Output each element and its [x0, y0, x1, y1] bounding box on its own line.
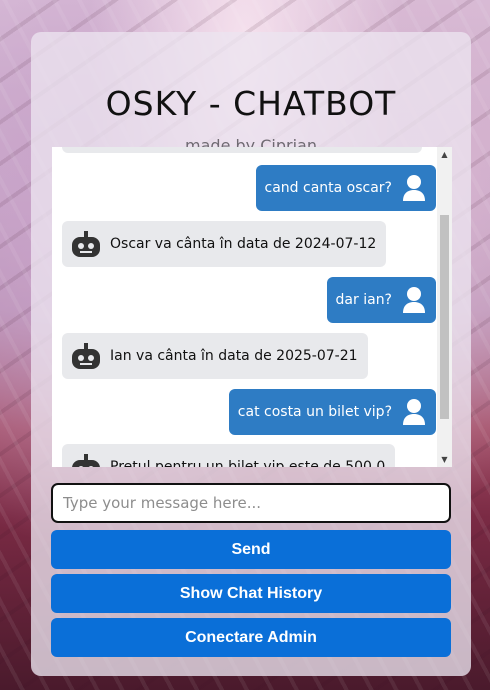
message-text: Oscar va cânta în data de 2024-07-12 [110, 236, 377, 252]
scrollbar-thumb[interactable] [440, 215, 449, 419]
message-row: cand canta oscar? [52, 165, 436, 211]
message-row: dar ian? [52, 277, 436, 323]
user-message: cat costa un bilet vip? [228, 389, 436, 435]
message-row [52, 147, 436, 153]
robot-icon [70, 229, 102, 259]
message-row: cat costa un bilet vip? [52, 389, 436, 435]
scroll-up-arrow-icon[interactable]: ▲ [437, 147, 452, 162]
message-row: Oscar va cânta în data de 2024-07-12 [52, 221, 436, 267]
page-title: OSKY - CHATBOT [105, 84, 397, 123]
message-row: Pretul pentru un bilet vip este de 500.0 [52, 444, 436, 467]
robot-icon [70, 341, 102, 371]
bot-message: Ian va cânta în data de 2025-07-21 [62, 333, 368, 379]
chat-scrollbar[interactable]: ▲ ▼ [437, 147, 452, 467]
user-icon [402, 174, 426, 202]
robot-icon [70, 452, 102, 467]
show-chat-history-button[interactable]: Show Chat History [51, 574, 451, 613]
chatbot-card: OSKY - CHATBOT made by Ciprian cand cant… [31, 32, 471, 676]
message-text: cand canta oscar? [264, 180, 392, 196]
user-message: dar ian? [326, 277, 436, 323]
message-text: dar ian? [335, 292, 392, 308]
chat-messages[interactable]: cand canta oscar? Oscar va cânta în data… [52, 147, 452, 467]
message-text: Pretul pentru un bilet vip este de 500.0 [110, 459, 386, 467]
bot-message: Oscar va cânta în data de 2024-07-12 [62, 221, 387, 267]
send-button[interactable]: Send [51, 530, 451, 569]
user-message: cand canta oscar? [255, 165, 436, 211]
message-text: cat costa un bilet vip? [237, 404, 392, 420]
admin-login-button[interactable]: Conectare Admin [51, 618, 451, 657]
bot-message [62, 147, 422, 153]
message-text: Ian va cânta în data de 2025-07-21 [110, 348, 358, 364]
message-input[interactable] [51, 483, 451, 523]
message-row: Ian va cânta în data de 2025-07-21 [52, 333, 436, 379]
user-icon [402, 398, 426, 426]
bot-message: Pretul pentru un bilet vip este de 500.0 [62, 444, 396, 467]
scroll-down-arrow-icon[interactable]: ▼ [437, 452, 452, 467]
user-icon [402, 286, 426, 314]
